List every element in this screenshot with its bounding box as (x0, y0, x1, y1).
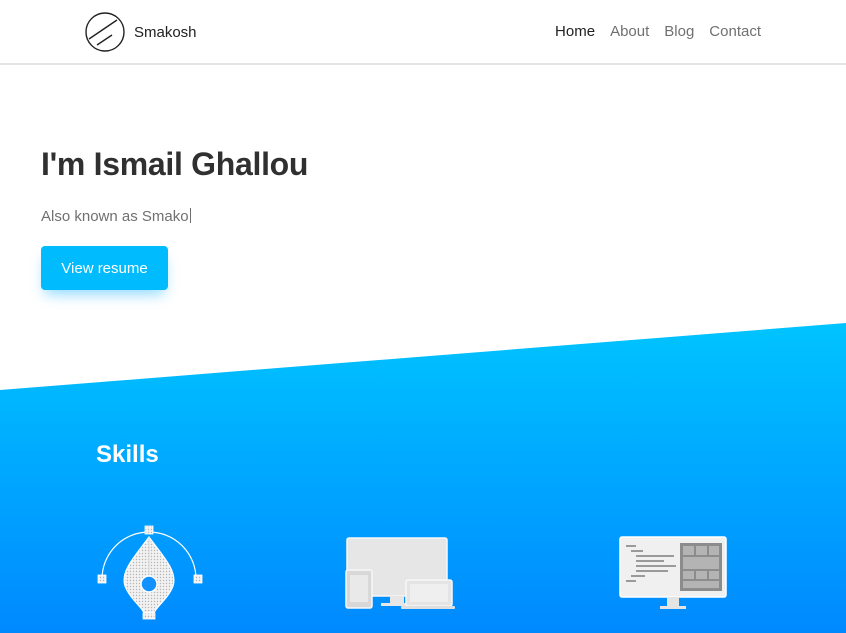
typing-cursor (189, 208, 191, 223)
nav-link-about[interactable]: About (610, 23, 649, 40)
skills-title: Skills (96, 441, 159, 468)
nav-link-contact[interactable]: Contact (709, 23, 761, 40)
nav-link-blog[interactable]: Blog (664, 23, 694, 40)
code-editor-icon (619, 536, 727, 609)
brand-link[interactable]: Smakosh (84, 11, 197, 53)
brand-name: Smakosh (134, 23, 197, 41)
responsive-devices-icon (345, 537, 455, 609)
nav-link-home[interactable]: Home (555, 23, 595, 40)
hero-subtitle: Also known as Smako (41, 208, 191, 225)
smakosh-logo-icon (85, 12, 125, 52)
site-header: Smakosh Home About Blog Contact (0, 0, 846, 65)
typed-text: Also known as Smako (41, 208, 189, 225)
pen-tool-icon (97, 525, 203, 620)
view-resume-button[interactable]: View resume (41, 246, 168, 290)
main-nav: Home About Blog Contact (555, 23, 761, 40)
hero-title: I'm Ismail Ghallou (41, 146, 309, 182)
